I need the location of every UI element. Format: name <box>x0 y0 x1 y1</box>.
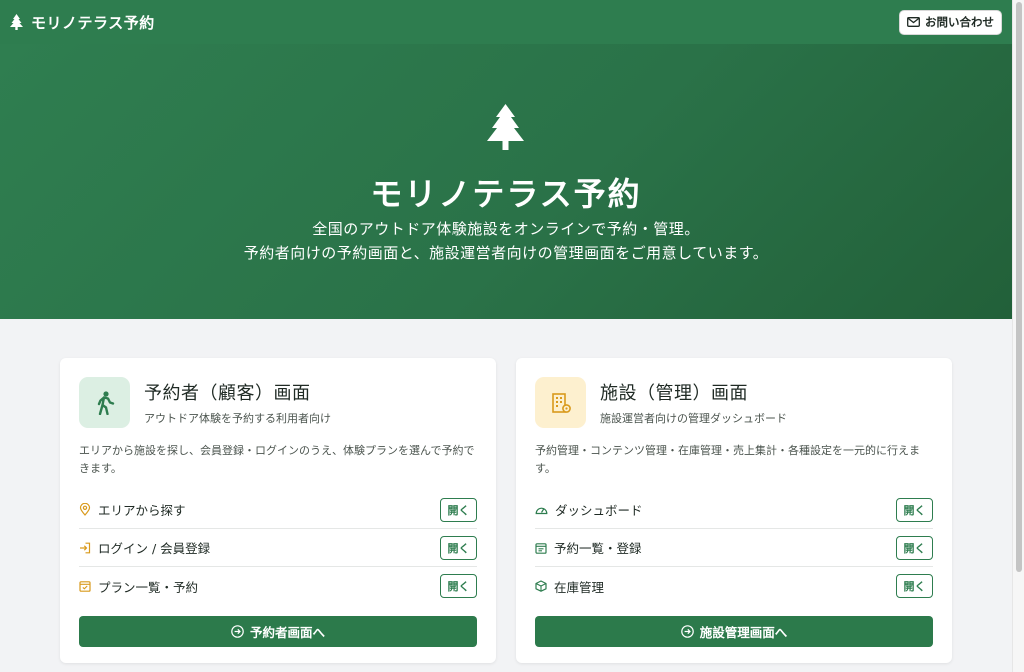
mail-icon <box>907 17 920 27</box>
brand[interactable]: モリノテラス予約 <box>10 12 155 33</box>
link-row-reservations: 予約一覧・登録 開く <box>535 529 933 567</box>
hero: モリノテラス予約 全国のアウトドア体験施設をオンラインで予約・管理。 予約者向け… <box>0 44 1012 319</box>
primary-button-label: 予約者画面へ <box>249 625 325 640</box>
hero-description-line-1: 全国のアウトドア体験施設をオンラインで予約・管理。 <box>312 220 700 238</box>
vertical-scrollbar[interactable] <box>1012 0 1024 672</box>
hero-description-line-2: 予約者向けの予約画面と、施設運営者向けの管理画面をご用意しています。 <box>243 244 769 262</box>
gauge-icon <box>535 504 548 515</box>
box-icon <box>535 580 547 592</box>
link-label: 在庫管理 <box>554 579 605 595</box>
link-label: 予約一覧・登録 <box>554 541 642 556</box>
scrollbar-thumb[interactable] <box>1016 2 1022 572</box>
top-bar: モリノテラス予約 お問い合わせ <box>0 0 1012 44</box>
page: モリノテラス予約 お問い合わせ モリノテラス予約 全国のアウトドア体験施設をオン… <box>0 0 1012 672</box>
link-row-area-search: エリアから探す 開く <box>79 491 477 529</box>
card-description: エリアから施設を探し、会員登録・ログインのうえ、体験プランを選んで予約できます。 <box>79 444 475 475</box>
open-button[interactable]: 開く <box>896 535 933 560</box>
contact-button[interactable]: お問い合わせ <box>899 9 1002 35</box>
link-label: エリアから探す <box>98 503 186 518</box>
link-label: ログイン / 会員登録 <box>98 541 211 556</box>
open-button[interactable]: 開く <box>440 497 477 522</box>
tree-icon <box>10 14 23 30</box>
walking-person-icon <box>79 377 130 428</box>
card-header: 予約者（顧客）画面 アウトドア体験を予約する利用者向け <box>79 377 477 428</box>
link-list: ダッシュボード 開く 予約一覧・登録 開く 在庫管理 開く <box>535 491 933 605</box>
building-gear-icon <box>535 377 586 428</box>
link-row-dashboard: ダッシュボード 開く <box>535 491 933 529</box>
primary-button-label: 施設管理画面へ <box>699 625 788 640</box>
contact-label: お問い合わせ <box>925 15 994 29</box>
open-button[interactable]: 開く <box>896 497 933 522</box>
link-row-plans: プラン一覧・予約 開く <box>79 567 477 605</box>
login-icon <box>79 542 91 554</box>
link-row-login: ログイン / 会員登録 開く <box>79 529 477 567</box>
calendar-list-icon <box>535 542 547 554</box>
link-row-inventory: 在庫管理 開く <box>535 567 933 605</box>
open-button[interactable]: 開く <box>896 574 933 598</box>
card-header: 施設（管理）画面 施設運営者向けの管理ダッシュボード <box>535 377 933 428</box>
admin-card: 施設（管理）画面 施設運営者向けの管理ダッシュボード 予約管理・コンテンツ管理・… <box>516 358 952 663</box>
link-label: ダッシュボード <box>555 503 643 518</box>
link-list: エリアから探す 開く ログイン / 会員登録 開く プラン一覧・予約 開く <box>79 491 477 605</box>
arrow-circle-right-icon <box>231 625 244 638</box>
hero-title: モリノテラス予約 <box>370 175 642 213</box>
card-subtitle: アウトドア体験を予約する利用者向け <box>144 412 331 425</box>
map-pin-icon <box>79 503 91 516</box>
calendar-check-icon <box>79 580 91 592</box>
open-button[interactable]: 開く <box>440 535 477 560</box>
tree-icon <box>487 104 524 150</box>
card-title: 施設（管理）画面 <box>600 383 748 404</box>
brand-title: モリノテラス予約 <box>31 13 155 32</box>
card-subtitle: 施設運営者向けの管理ダッシュボード <box>600 412 787 425</box>
customer-card: 予約者（顧客）画面 アウトドア体験を予約する利用者向け エリアから施設を探し、会… <box>60 358 496 663</box>
link-label: プラン一覧・予約 <box>98 579 199 595</box>
arrow-circle-right-icon <box>680 625 694 638</box>
open-button[interactable]: 開く <box>440 574 477 598</box>
go-admin-screen-button[interactable]: 施設管理画面へ <box>535 616 933 647</box>
card-title: 予約者（顧客）画面 <box>144 383 311 404</box>
go-customer-screen-button[interactable]: 予約者画面へ <box>79 616 477 647</box>
card-description: 予約管理・コンテンツ管理・在庫管理・売上集計・各種設定を一元的に行えます。 <box>535 444 920 475</box>
